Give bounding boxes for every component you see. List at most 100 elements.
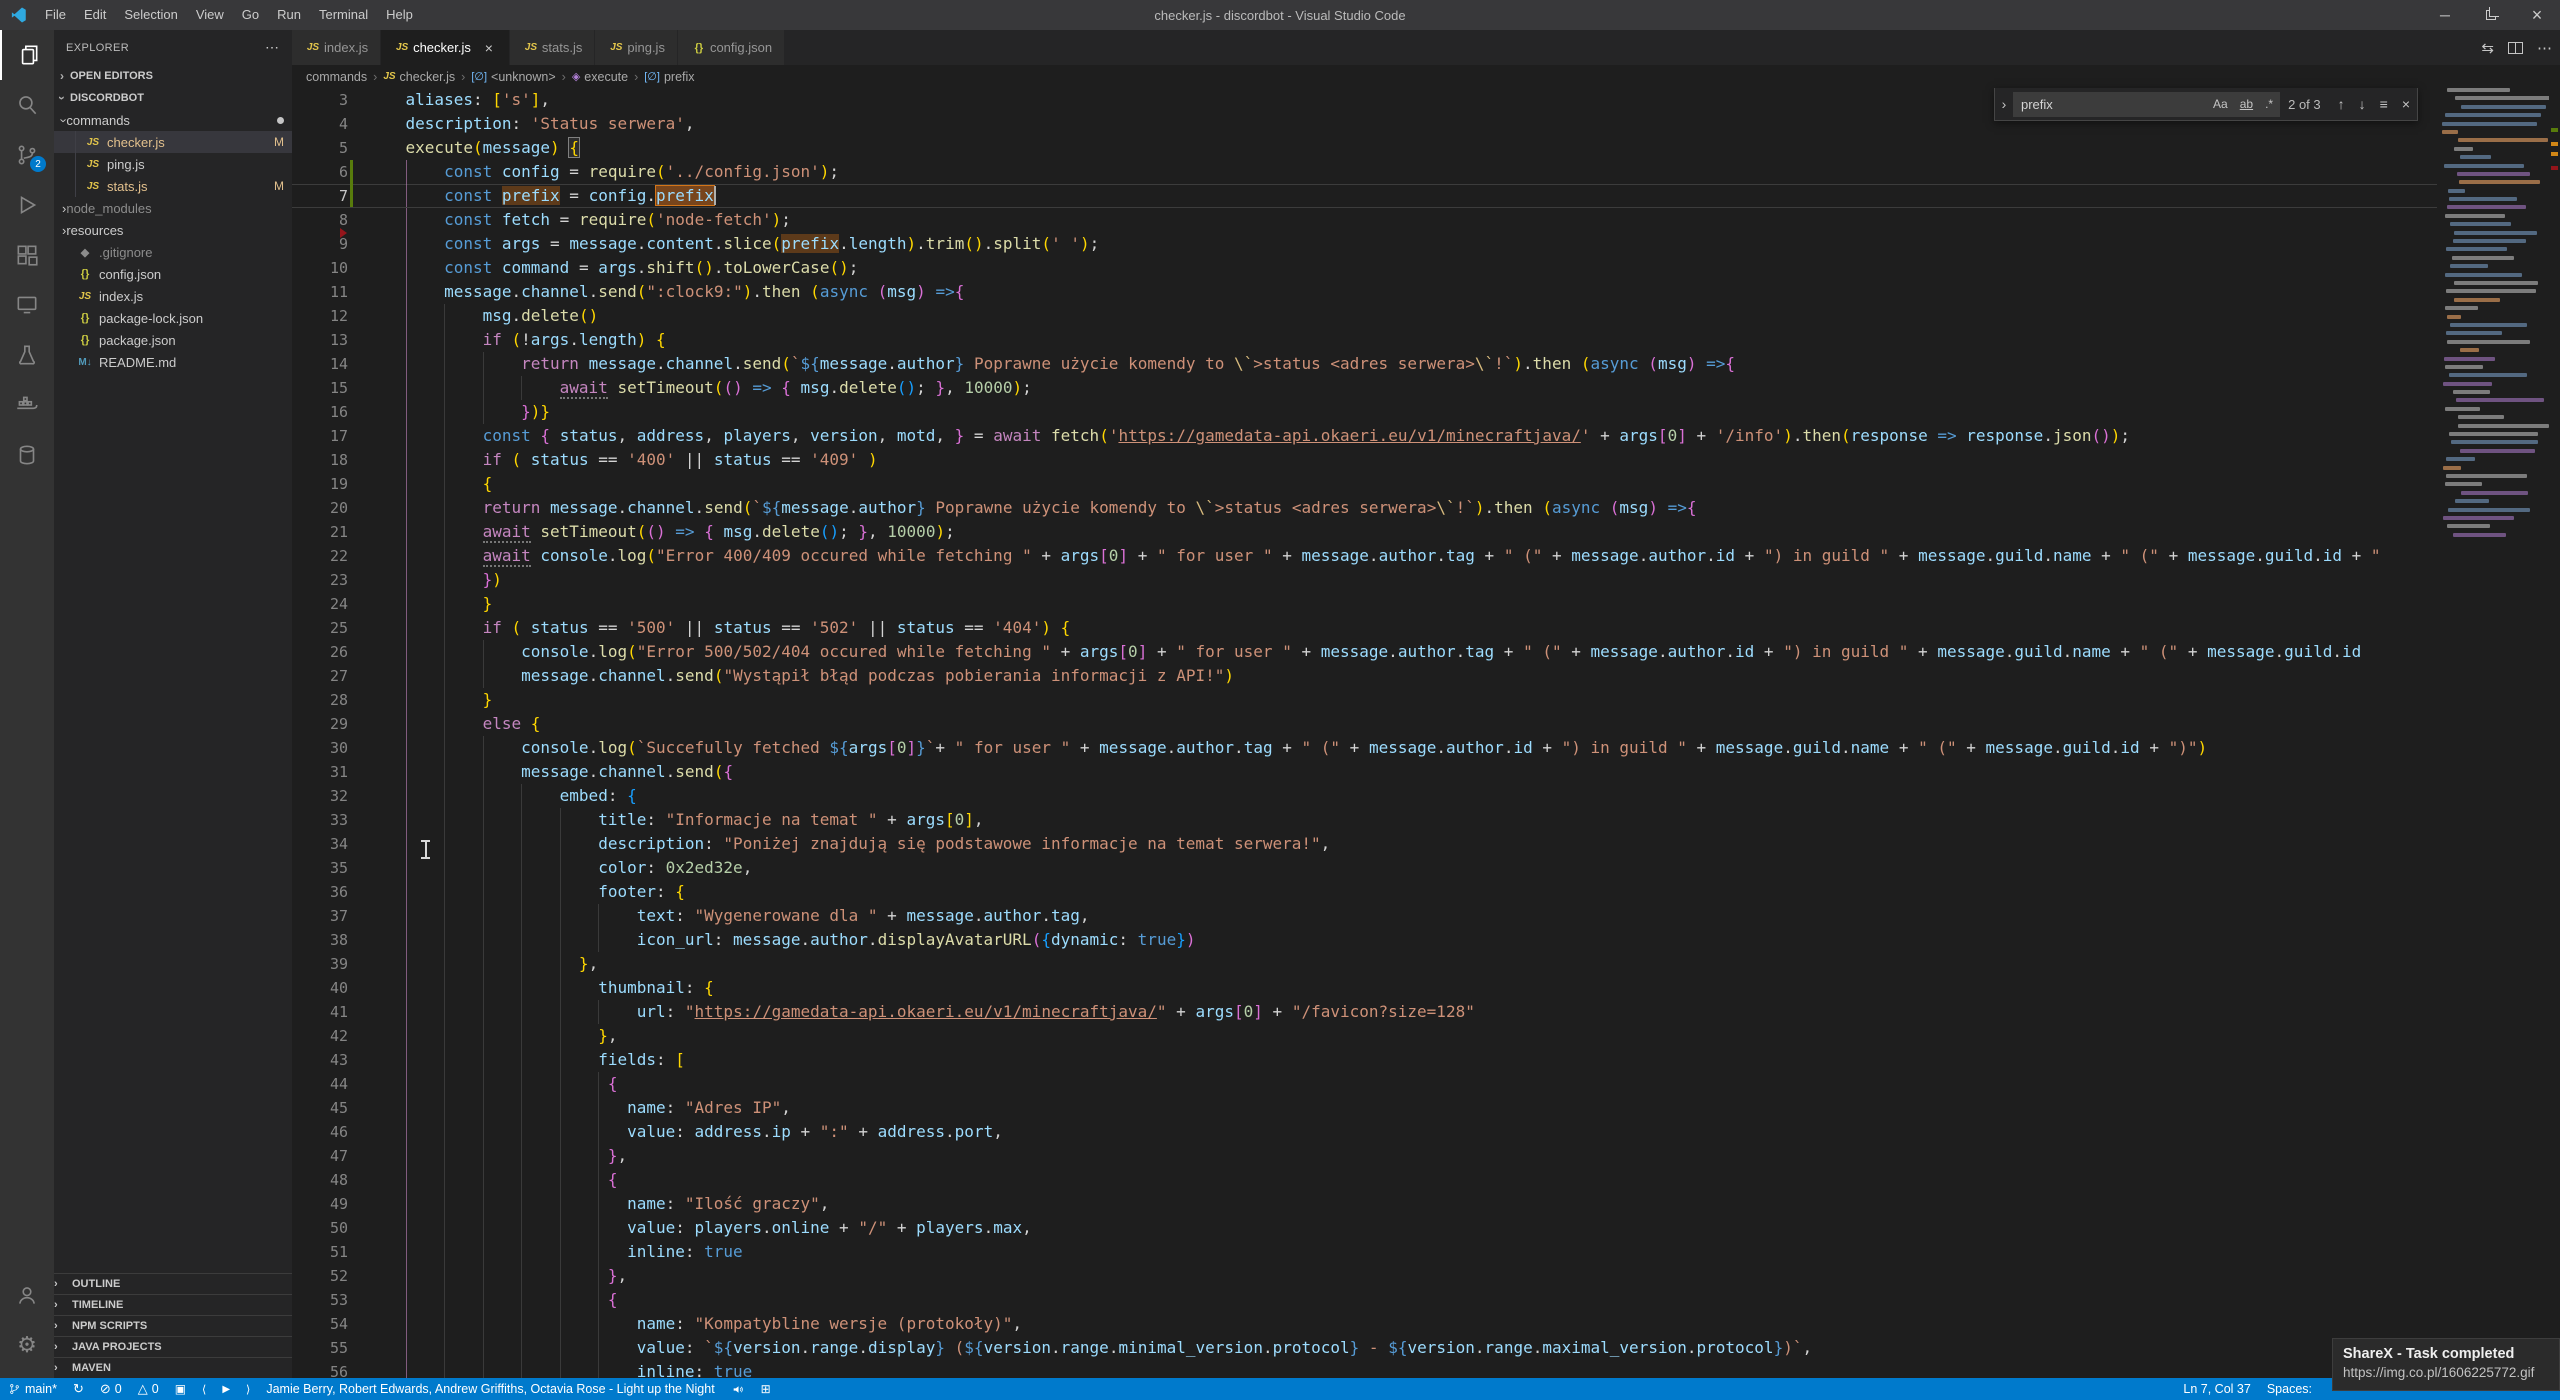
code-line-9[interactable]: 9 const args = message.content.slice(pre…: [292, 232, 2437, 256]
whole-word-icon[interactable]: ab: [2237, 96, 2256, 112]
code-line-7[interactable]: 7 const prefix = config.prefix: [292, 184, 2437, 208]
code-line-20[interactable]: 20 return message.channel.send(`${messag…: [292, 496, 2437, 520]
split-editor-icon[interactable]: [2508, 42, 2523, 54]
breadcrumb-item-checker-js[interactable]: JSchecker.js: [383, 70, 455, 84]
code-line-12[interactable]: 12 msg.delete(): [292, 304, 2437, 328]
code-line-50[interactable]: 50 value: players.online + "/" + players…: [292, 1216, 2437, 1240]
sidebar-item-stats-js[interactable]: JSstats.jsM: [54, 175, 292, 197]
status-board[interactable]: ▣: [167, 1378, 194, 1400]
close-tab-icon[interactable]: ×: [481, 40, 497, 56]
code-editor[interactable]: 3 aliases: ['s'],4 description: 'Status …: [292, 88, 2437, 1378]
activity-extensions-icon[interactable]: [0, 230, 54, 280]
sidebar-item-commands[interactable]: ›commands: [54, 109, 292, 131]
activity-explorer-icon[interactable]: [0, 30, 54, 80]
breadcrumb-item--unknown-[interactable]: [∅]<unknown>: [471, 70, 555, 84]
status-warnings[interactable]: △0: [130, 1378, 167, 1400]
code-line-8[interactable]: 8 const fetch = require('node-fetch');: [292, 208, 2437, 232]
code-line-35[interactable]: 35 color: 0x2ed32e,: [292, 856, 2437, 880]
code-line-38[interactable]: 38 icon_url: message.author.displayAvata…: [292, 928, 2437, 952]
code-line-32[interactable]: 32 embed: {: [292, 784, 2437, 808]
code-line-47[interactable]: 47 },: [292, 1144, 2437, 1168]
code-line-16[interactable]: 16 })}: [292, 400, 2437, 424]
sidebar-item-resources[interactable]: ›resources: [54, 219, 292, 241]
activity-source-control-icon[interactable]: 2: [0, 130, 54, 180]
code-line-33[interactable]: 33 title: "Informacje na temat " + args[…: [292, 808, 2437, 832]
open-editors-section[interactable]: ›OPEN EDITORS: [54, 65, 292, 87]
code-line-56[interactable]: 56 inline: true: [292, 1360, 2437, 1378]
status-errors[interactable]: ⊘0: [92, 1378, 130, 1400]
status-prev[interactable]: ⟨: [194, 1378, 214, 1400]
activity-run-debug-icon[interactable]: [0, 180, 54, 230]
close-icon[interactable]: ×: [2514, 0, 2560, 30]
code-line-17[interactable]: 17 const { status, address, players, ver…: [292, 424, 2437, 448]
sidebar-item-config-json[interactable]: {}config.json: [54, 263, 292, 285]
menu-help[interactable]: Help: [377, 0, 422, 30]
previous-match-icon[interactable]: ↑: [2338, 96, 2345, 112]
code-line-34[interactable]: 34 description: "Poniżej znajdują się po…: [292, 832, 2437, 856]
code-line-11[interactable]: 11 message.channel.send(":clock9:").then…: [292, 280, 2437, 304]
code-line-30[interactable]: 30 console.log(`Succefully fetched ${arg…: [292, 736, 2437, 760]
status-speaker[interactable]: [723, 1378, 753, 1400]
section-outline[interactable]: ›OUTLINE: [54, 1273, 292, 1294]
close-find-icon[interactable]: ×: [2402, 96, 2410, 112]
tab-config-json[interactable]: {}config.json: [678, 30, 785, 65]
next-match-icon[interactable]: ↓: [2359, 96, 2366, 112]
code-line-43[interactable]: 43 fields: [: [292, 1048, 2437, 1072]
regex-icon[interactable]: .*: [2262, 96, 2276, 112]
code-line-25[interactable]: 25 if ( status == '500' || status == '50…: [292, 616, 2437, 640]
code-line-6[interactable]: 6 const config = require('../config.json…: [292, 160, 2437, 184]
code-line-13[interactable]: 13 if (!args.length) {: [292, 328, 2437, 352]
sidebar-more-icon[interactable]: ⋯: [265, 39, 280, 56]
code-line-39[interactable]: 39 },: [292, 952, 2437, 976]
code-line-19[interactable]: 19 {: [292, 472, 2437, 496]
status-next[interactable]: ⟩: [238, 1378, 258, 1400]
section-java-projects[interactable]: ›JAVA PROJECTS: [54, 1336, 292, 1357]
section-npm-scripts[interactable]: ›NPM SCRIPTS: [54, 1315, 292, 1336]
activity-search-icon[interactable]: [0, 80, 54, 130]
code-line-26[interactable]: 26 console.log("Error 500/502/404 occure…: [292, 640, 2437, 664]
status-play[interactable]: ▶: [214, 1378, 238, 1400]
code-line-27[interactable]: 27 message.channel.send("Wystąpił błąd p…: [292, 664, 2437, 688]
code-line-37[interactable]: 37 text: "Wygenerowane dla " + message.a…: [292, 904, 2437, 928]
code-line-46[interactable]: 46 value: address.ip + ":" + address.por…: [292, 1120, 2437, 1144]
code-line-29[interactable]: 29 else {: [292, 712, 2437, 736]
find-input[interactable]: prefix Aa ab .*: [2013, 92, 2280, 117]
tab-stats-js[interactable]: JSstats.js: [510, 30, 595, 65]
menu-go[interactable]: Go: [233, 0, 268, 30]
overview-ruler[interactable]: [2549, 88, 2560, 1378]
sidebar-item-index-js[interactable]: JSindex.js: [54, 285, 292, 307]
code-line-42[interactable]: 42 },: [292, 1024, 2437, 1048]
sidebar-item-readme-md[interactable]: M↓README.md: [54, 351, 292, 373]
menu-selection[interactable]: Selection: [115, 0, 186, 30]
section-timeline[interactable]: ›TIMELINE: [54, 1294, 292, 1315]
code-line-36[interactable]: 36 footer: {: [292, 880, 2437, 904]
status-grid[interactable]: ⊞: [753, 1378, 779, 1400]
code-line-40[interactable]: 40 thumbnail: {: [292, 976, 2437, 1000]
code-line-54[interactable]: 54 name: "Kompatybline wersje (protokoły…: [292, 1312, 2437, 1336]
activity-docker-icon[interactable]: [0, 380, 54, 430]
status-spaces-[interactable]: Spaces:: [2259, 1378, 2320, 1400]
activity-settings-icon[interactable]: ⚙: [0, 1320, 54, 1370]
activity-accounts-icon[interactable]: [0, 1270, 54, 1320]
breadcrumb-item-commands[interactable]: commands: [306, 70, 367, 84]
code-line-45[interactable]: 45 name: "Adres IP",: [292, 1096, 2437, 1120]
code-line-28[interactable]: 28 }: [292, 688, 2437, 712]
minimap[interactable]: [2437, 88, 2549, 1378]
code-line-23[interactable]: 23 }): [292, 568, 2437, 592]
menu-file[interactable]: File: [36, 0, 75, 30]
sidebar-item--gitignore[interactable]: ◆.gitignore: [54, 241, 292, 263]
tab-index-js[interactable]: JSindex.js: [292, 30, 381, 65]
breadcrumb-item-prefix[interactable]: [∅]prefix: [644, 70, 694, 84]
tab-ping-js[interactable]: JSping.js: [595, 30, 678, 65]
activity-database-icon[interactable]: [0, 430, 54, 480]
open-changes-icon[interactable]: ⇆: [2481, 39, 2494, 57]
code-line-18[interactable]: 18 if ( status == '400' || status == '40…: [292, 448, 2437, 472]
code-line-44[interactable]: 44 {: [292, 1072, 2437, 1096]
sharex-notification[interactable]: ShareX - Task completed https://img.co.p…: [2332, 1338, 2560, 1391]
code-line-55[interactable]: 55 value: `${version.range.display} (${v…: [292, 1336, 2437, 1360]
sidebar-item-checker-js[interactable]: JSchecker.jsM: [54, 131, 292, 153]
code-line-49[interactable]: 49 name: "Ilość graczy",: [292, 1192, 2437, 1216]
code-line-21[interactable]: 21 await setTimeout(() => { msg.delete()…: [292, 520, 2437, 544]
menu-terminal[interactable]: Terminal: [310, 0, 377, 30]
status-song-8[interactable]: Jamie Berry, Robert Edwards, Andrew Grif…: [258, 1378, 722, 1400]
